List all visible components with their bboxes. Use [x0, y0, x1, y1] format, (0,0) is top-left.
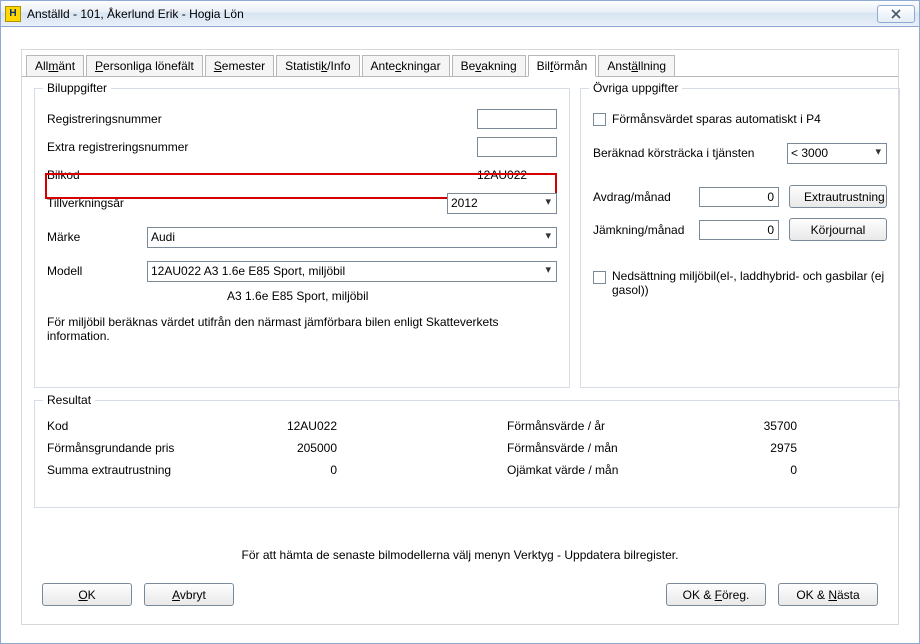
app-icon: H	[5, 6, 21, 22]
modell-subtext: A3 1.6e E85 Sport, miljöbil	[227, 289, 368, 303]
year-select[interactable]: 2012	[447, 193, 557, 214]
avdrag-input[interactable]	[699, 187, 779, 207]
fv-ar-label: Förmånsvärde / år	[507, 419, 717, 433]
year-label: Tillverkningsår	[47, 196, 217, 210]
modell-label: Modell	[47, 264, 147, 278]
extrautrustning-button[interactable]: Extrautrustning	[789, 185, 887, 208]
tab-bar: AllmäntPersonliga lönefältSemesterStatis…	[22, 50, 898, 77]
window-title: Anställd - 101, Åkerlund Erik - Hogia Lö…	[27, 7, 874, 21]
tab-3[interactable]: Statistik/Info	[276, 55, 359, 77]
tab-6[interactable]: Bilförmån	[528, 55, 597, 77]
tab-2[interactable]: Semester	[205, 55, 274, 77]
fv-ar-value: 35700	[717, 419, 807, 433]
korstracka-label: Beräknad körsträcka i tjänsten	[593, 146, 787, 160]
bilkod-value: 12AU022	[477, 168, 557, 182]
fv-man-value: 2975	[717, 441, 807, 455]
tab-7[interactable]: Anställning	[598, 55, 675, 77]
employee-dialog: H Anställd - 101, Åkerlund Erik - Hogia …	[0, 0, 920, 644]
resultat-group: Resultat Kod 12AU022 Förmånsvärde / år 3…	[34, 400, 900, 508]
korstracka-select[interactable]: < 3000	[787, 143, 887, 164]
korjournal-button[interactable]: Körjournal	[789, 218, 887, 241]
kod-value: 12AU022	[257, 419, 347, 433]
modell-select[interactable]: 12AU022 A3 1.6e E85 Sport, miljöbil	[147, 261, 557, 282]
avdrag-label: Avdrag/månad	[593, 190, 689, 204]
dialog-body: AllmäntPersonliga lönefältSemesterStatis…	[21, 49, 899, 625]
tab-0[interactable]: Allmänt	[26, 55, 84, 77]
close-icon	[890, 9, 902, 19]
summa-value: 0	[257, 463, 347, 477]
summa-label: Summa extrautrustning	[47, 463, 257, 477]
extra-regnr-input[interactable]	[477, 137, 557, 157]
tab-4[interactable]: Anteckningar	[362, 55, 450, 77]
pris-value: 205000	[257, 441, 347, 455]
biluppgifter-legend: Biluppgifter	[43, 81, 111, 95]
marke-select[interactable]: Audi	[147, 227, 557, 248]
ovriga-legend: Övriga uppgifter	[589, 81, 682, 95]
p4-checkbox[interactable]	[593, 113, 606, 126]
jamkning-input[interactable]	[699, 220, 779, 240]
titlebar: H Anställd - 101, Åkerlund Erik - Hogia …	[1, 1, 919, 27]
regnr-input[interactable]	[477, 109, 557, 129]
ok-next-button[interactable]: OK & Nästa	[778, 583, 878, 606]
extra-regnr-label: Extra registreringsnummer	[47, 140, 217, 154]
resultat-legend: Resultat	[43, 393, 95, 407]
close-button[interactable]	[877, 5, 915, 23]
tab-5[interactable]: Bevakning	[452, 55, 526, 77]
kod-label: Kod	[47, 419, 257, 433]
nedsattning-checkbox[interactable]	[593, 271, 606, 284]
pris-label: Förmånsgrundande pris	[47, 441, 257, 455]
nedsattning-label: Nedsättning miljöbil(el-, laddhybrid- oc…	[612, 269, 887, 297]
jamkning-label: Jämkning/månad	[593, 223, 689, 237]
ok-button[interactable]: OK	[42, 583, 132, 606]
cancel-button[interactable]: Avbryt	[144, 583, 234, 606]
biluppgifter-group: Biluppgifter Registreringsnummer Extra r…	[34, 88, 570, 388]
footer-note: För att hämta de senaste bilmodellerna v…	[22, 548, 898, 562]
miljobil-info: För miljöbil beräknas värdet utifrån den…	[47, 315, 517, 343]
p4-label: Förmånsvärdet sparas automatiskt i P4	[612, 112, 821, 126]
bilforman-panel: Biluppgifter Registreringsnummer Extra r…	[34, 80, 886, 564]
oj-value: 0	[717, 463, 807, 477]
tab-1[interactable]: Personliga lönefält	[86, 55, 203, 77]
fv-man-label: Förmånsvärde / mån	[507, 441, 717, 455]
ovriga-group: Övriga uppgifter Förmånsvärdet sparas au…	[580, 88, 900, 388]
bilkod-label: Bilkod	[47, 168, 217, 182]
oj-label: Ojämkat värde / mån	[507, 463, 717, 477]
ok-prev-button[interactable]: OK & Föreg.	[666, 583, 766, 606]
marke-label: Märke	[47, 230, 147, 244]
dialog-button-row: OK Avbryt OK & Föreg. OK & Nästa	[42, 583, 878, 606]
regnr-label: Registreringsnummer	[47, 112, 217, 126]
